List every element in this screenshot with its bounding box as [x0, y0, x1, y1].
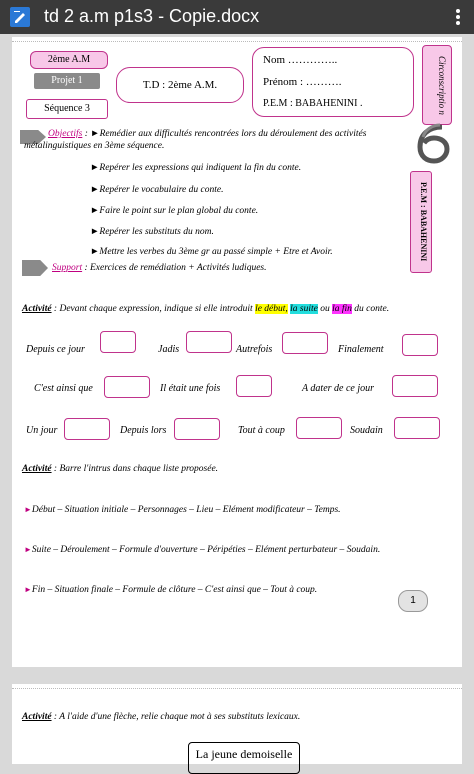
- answer-box[interactable]: [100, 331, 136, 353]
- intrus-list: ►Début – Situation initiale – Personnage…: [24, 505, 341, 515]
- activite1-label: Activité: [22, 304, 52, 314]
- activite1-text-after: du conte.: [354, 304, 390, 314]
- objectifs-line: Objectifs : ►Remédier aux difficultés re…: [48, 129, 366, 139]
- fin-highlight: la fin: [332, 304, 352, 314]
- expression-label: Un jour: [26, 425, 58, 436]
- answer-box[interactable]: [236, 375, 272, 397]
- level-box: 2ème A.M: [30, 51, 108, 69]
- expression-label: Jadis: [158, 344, 180, 355]
- objective-item: ►Faire le point sur le plan global du co…: [90, 206, 259, 216]
- ou-text: ou: [320, 304, 330, 314]
- triangle-bullet-icon: ►: [24, 545, 32, 554]
- vertical-pem-text: P.E.M : BABAHENINI: [419, 182, 428, 262]
- document-edit-icon[interactable]: [10, 7, 30, 27]
- projet-badge: Projet 1: [34, 73, 100, 89]
- vertical-pem-box: P.E.M : BABAHENINI: [410, 171, 432, 273]
- triangle-bullet-icon: ►: [24, 585, 32, 594]
- document-page-1: 2ème A.M Projet 1 Séquence 3 T.D : 2ème …: [12, 37, 462, 667]
- overflow-menu-icon[interactable]: [454, 7, 462, 27]
- objective-item: ►Mettre les verbes du 3ème gr au passé s…: [90, 247, 333, 257]
- expression-label: Il était une fois: [160, 383, 221, 394]
- answer-box[interactable]: [402, 334, 438, 356]
- objective-item: ►Repérer les substituts du nom.: [90, 227, 214, 237]
- objective-item: ►Repérer le vocabulaire du conte.: [90, 185, 224, 195]
- sequence-box: Séquence 3: [26, 99, 108, 119]
- activite3-label: Activité: [22, 712, 52, 722]
- document-title: td 2 a.m p1s3 - Copie.docx: [44, 6, 260, 26]
- prenom-field: Prénom : ……….: [263, 76, 342, 88]
- expression-label: Autrefois: [236, 344, 273, 355]
- document-page-2: Activité : A l'aide d'une flèche, relie …: [12, 684, 462, 774]
- pem-field: P.E.M : BABAHENINI .: [263, 98, 363, 109]
- activite3-text: : A l'aide d'une flèche, relie chaque mo…: [53, 712, 301, 722]
- expression-label: A dater de ce jour: [302, 383, 375, 394]
- expression-label: Depuis ce jour: [26, 344, 85, 355]
- support-line: Support : Exercices de remédiation + Act…: [52, 263, 267, 273]
- expression-label: Tout à coup: [238, 425, 285, 436]
- intrus-list: ►Suite – Déroulement – Formule d'ouvertu…: [24, 545, 380, 555]
- activite1-text: : Devant chaque expression, indique si e…: [53, 304, 253, 314]
- intrus-list-text: Début – Situation initiale – Personnages…: [31, 505, 341, 515]
- page-border: [12, 41, 462, 42]
- activite1-instruction: Activité : Devant chaque expression, ind…: [22, 304, 389, 314]
- support-arrow-icon: [22, 260, 48, 276]
- objectifs-first-text: : ►Remédier aux difficultés rencontrées …: [84, 129, 367, 139]
- nom-field: Nom …………..: [263, 54, 338, 66]
- activite2-instruction: Activité : Barre l'intrus dans chaque li…: [22, 464, 218, 474]
- page-border: [12, 688, 462, 689]
- substitut-word-box: La jeune demoiselle: [188, 742, 300, 774]
- expression-label: Depuis lors: [120, 425, 167, 436]
- answer-box[interactable]: [282, 332, 328, 354]
- objectifs-label: Objectifs: [48, 129, 83, 139]
- suite-highlight: la suite: [290, 304, 318, 314]
- answer-box[interactable]: [296, 417, 342, 439]
- circonscription-box: Circonscriptio n: [422, 45, 452, 125]
- title-bar: td 2 a.m p1s3 - Copie.docx: [0, 0, 474, 34]
- answer-box[interactable]: [174, 418, 220, 440]
- activite3-instruction: Activité : A l'aide d'une flèche, relie …: [22, 712, 300, 722]
- debut-highlight: le début,: [255, 304, 288, 314]
- triangle-bullet-icon: ►: [24, 505, 32, 514]
- answer-box[interactable]: [104, 376, 150, 398]
- td-box: T.D : 2ème A.M.: [116, 67, 244, 103]
- intrus-list: ►Fin – Situation finale – Formule de clô…: [24, 585, 317, 595]
- page-number-badge: 1: [398, 590, 428, 612]
- expression-label: Soudain: [350, 425, 383, 436]
- intrus-list-text: Fin – Situation finale – Formule de clôt…: [31, 585, 318, 595]
- expression-label: Finalement: [338, 344, 384, 355]
- decorative-number-icon: [417, 123, 450, 164]
- expression-label: C'est ainsi que: [34, 383, 93, 394]
- support-text: : Exercices de remédiation + Activités l…: [84, 263, 267, 273]
- answer-box[interactable]: [394, 417, 440, 439]
- student-info-box: Nom ………….. Prénom : ………. P.E.M : BABAHEN…: [252, 47, 414, 117]
- objectifs-continuation: métalinguistiques en 3ème séquence.: [24, 141, 165, 151]
- answer-box[interactable]: [64, 418, 110, 440]
- answer-box[interactable]: [186, 331, 232, 353]
- objective-item: ►Repérer les expressions qui indiquent l…: [90, 163, 302, 173]
- answer-box[interactable]: [392, 375, 438, 397]
- support-label: Support: [52, 263, 83, 273]
- intrus-list-text: Suite – Déroulement – Formule d'ouvertur…: [31, 545, 381, 555]
- circonscription-text: Circonscriptio n: [437, 55, 447, 115]
- activite2-text: : Barre l'intrus dans chaque liste propo…: [53, 464, 219, 474]
- activite2-label: Activité: [22, 464, 52, 474]
